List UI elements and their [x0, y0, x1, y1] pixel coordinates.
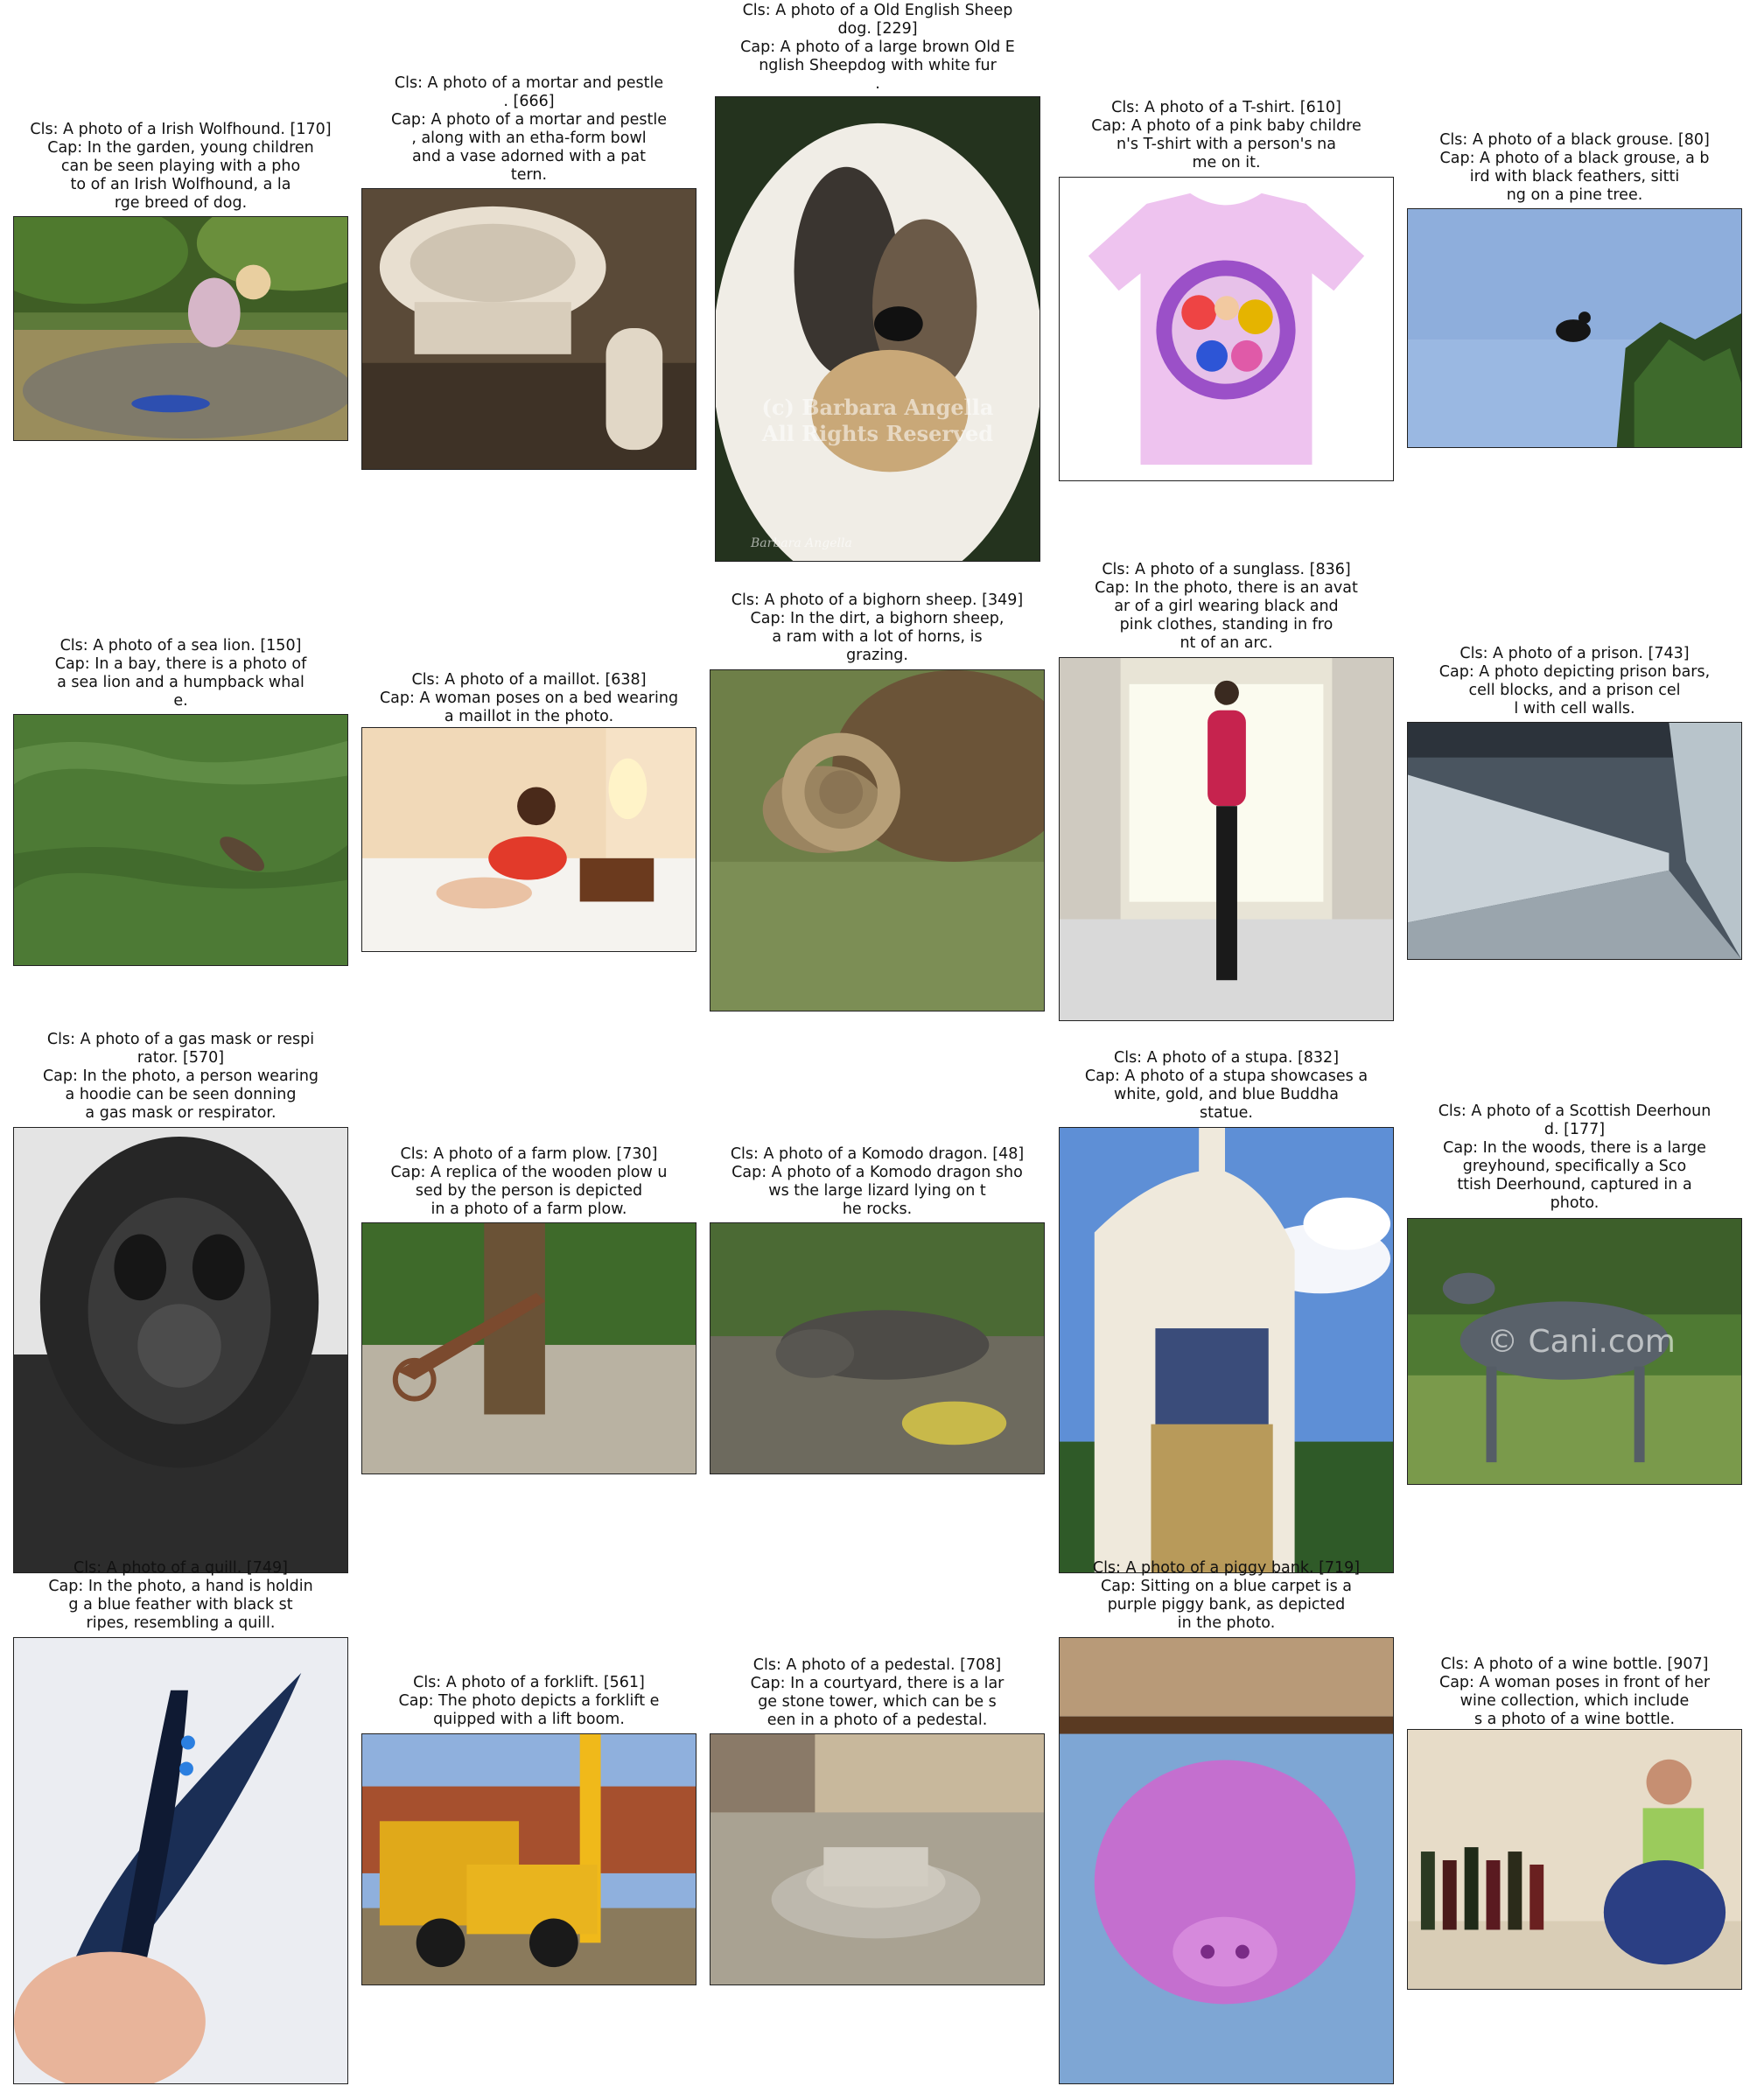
t-shirt-photo [1059, 177, 1394, 481]
black-grouse-photo [1407, 208, 1742, 448]
panel-caption: Cls: A photo of a T-shirt. [610] Cap: A … [1091, 99, 1362, 172]
pedestal-photo [710, 1733, 1045, 1985]
panel-caption: Cls: A photo of a sea lion. [150] Cap: I… [54, 637, 307, 710]
prison-photo [1407, 722, 1742, 960]
sunglass-photo [1059, 657, 1394, 1021]
panel-caption: Cls: A photo of a Scottish Deerhoun d. [… [1438, 1102, 1712, 1212]
forklift-photo [361, 1733, 696, 1985]
mortar-and-pestle-photo [361, 188, 696, 470]
piggy-bank-photo [1059, 1637, 1394, 2084]
panel-caption: Cls: A photo of a bighorn sheep. [349] C… [731, 592, 1024, 664]
panel-caption: Cls: A photo of a maillot. [638] Cap: A … [379, 671, 679, 725]
scottish-deerhound-photo: © Cani.com [1407, 1218, 1742, 1485]
panel-caption: Cls: A photo of a quill. [749] Cap: In t… [48, 1559, 313, 1632]
panel-caption: Cls: A photo of a Old English Sheep dog.… [740, 2, 1015, 93]
panel-caption: Cls: A photo of a gas mask or respi rato… [42, 1031, 319, 1122]
panel-caption: Cls: A photo of a Komodo dragon. [48] Ca… [730, 1145, 1025, 1218]
sheepdog-signature: Barbara Angella [751, 536, 852, 550]
irish-wolfhound-photo [13, 216, 348, 441]
farm-plow-photo [361, 1222, 696, 1474]
panel-caption: Cls: A photo of a prison. [743] Cap: A p… [1438, 645, 1711, 718]
panel-caption: Cls: A photo of a piggy bank. [719] Cap:… [1092, 1559, 1361, 1632]
panel-caption: Cls: A photo of a wine bottle. [907] Cap… [1438, 1656, 1711, 1728]
maillot-photo [361, 727, 696, 952]
sea-lion-photo [13, 714, 348, 966]
old-english-sheepdog-photo: (c) Barbara Angella All Rights Reserved … [715, 96, 1040, 562]
bighorn-sheep-photo [710, 669, 1045, 1012]
panel-caption: Cls: A photo of a forklift. [561] Cap: T… [398, 1674, 660, 1728]
panel-caption: Cls: A photo of a Irish Wolfhound. [170]… [30, 121, 332, 212]
gas-mask-photo [13, 1127, 348, 1573]
komodo-dragon-photo [710, 1222, 1045, 1474]
panel-caption: Cls: A photo of a black grouse. [80] Cap… [1439, 131, 1710, 204]
stupa-photo [1059, 1127, 1394, 1573]
wine-bottle-photo [1407, 1729, 1742, 1990]
sheepdog-watermark: (c) Barbara Angella All Rights Reserved [761, 395, 994, 446]
panel-caption: Cls: A photo of a pedestal. [708] Cap: I… [750, 1656, 1004, 1729]
panel-caption: Cls: A photo of a farm plow. [730] Cap: … [390, 1145, 668, 1218]
quill-photo [13, 1637, 348, 2084]
panel-caption: Cls: A photo of a sunglass. [836] Cap: I… [1095, 561, 1358, 652]
deerhound-watermark: © Cani.com [1487, 1324, 1676, 1360]
panel-caption: Cls: A photo of a mortar and pestle . [6… [390, 74, 668, 184]
panel-caption: Cls: A photo of a stupa. [832] Cap: A ph… [1084, 1049, 1368, 1122]
